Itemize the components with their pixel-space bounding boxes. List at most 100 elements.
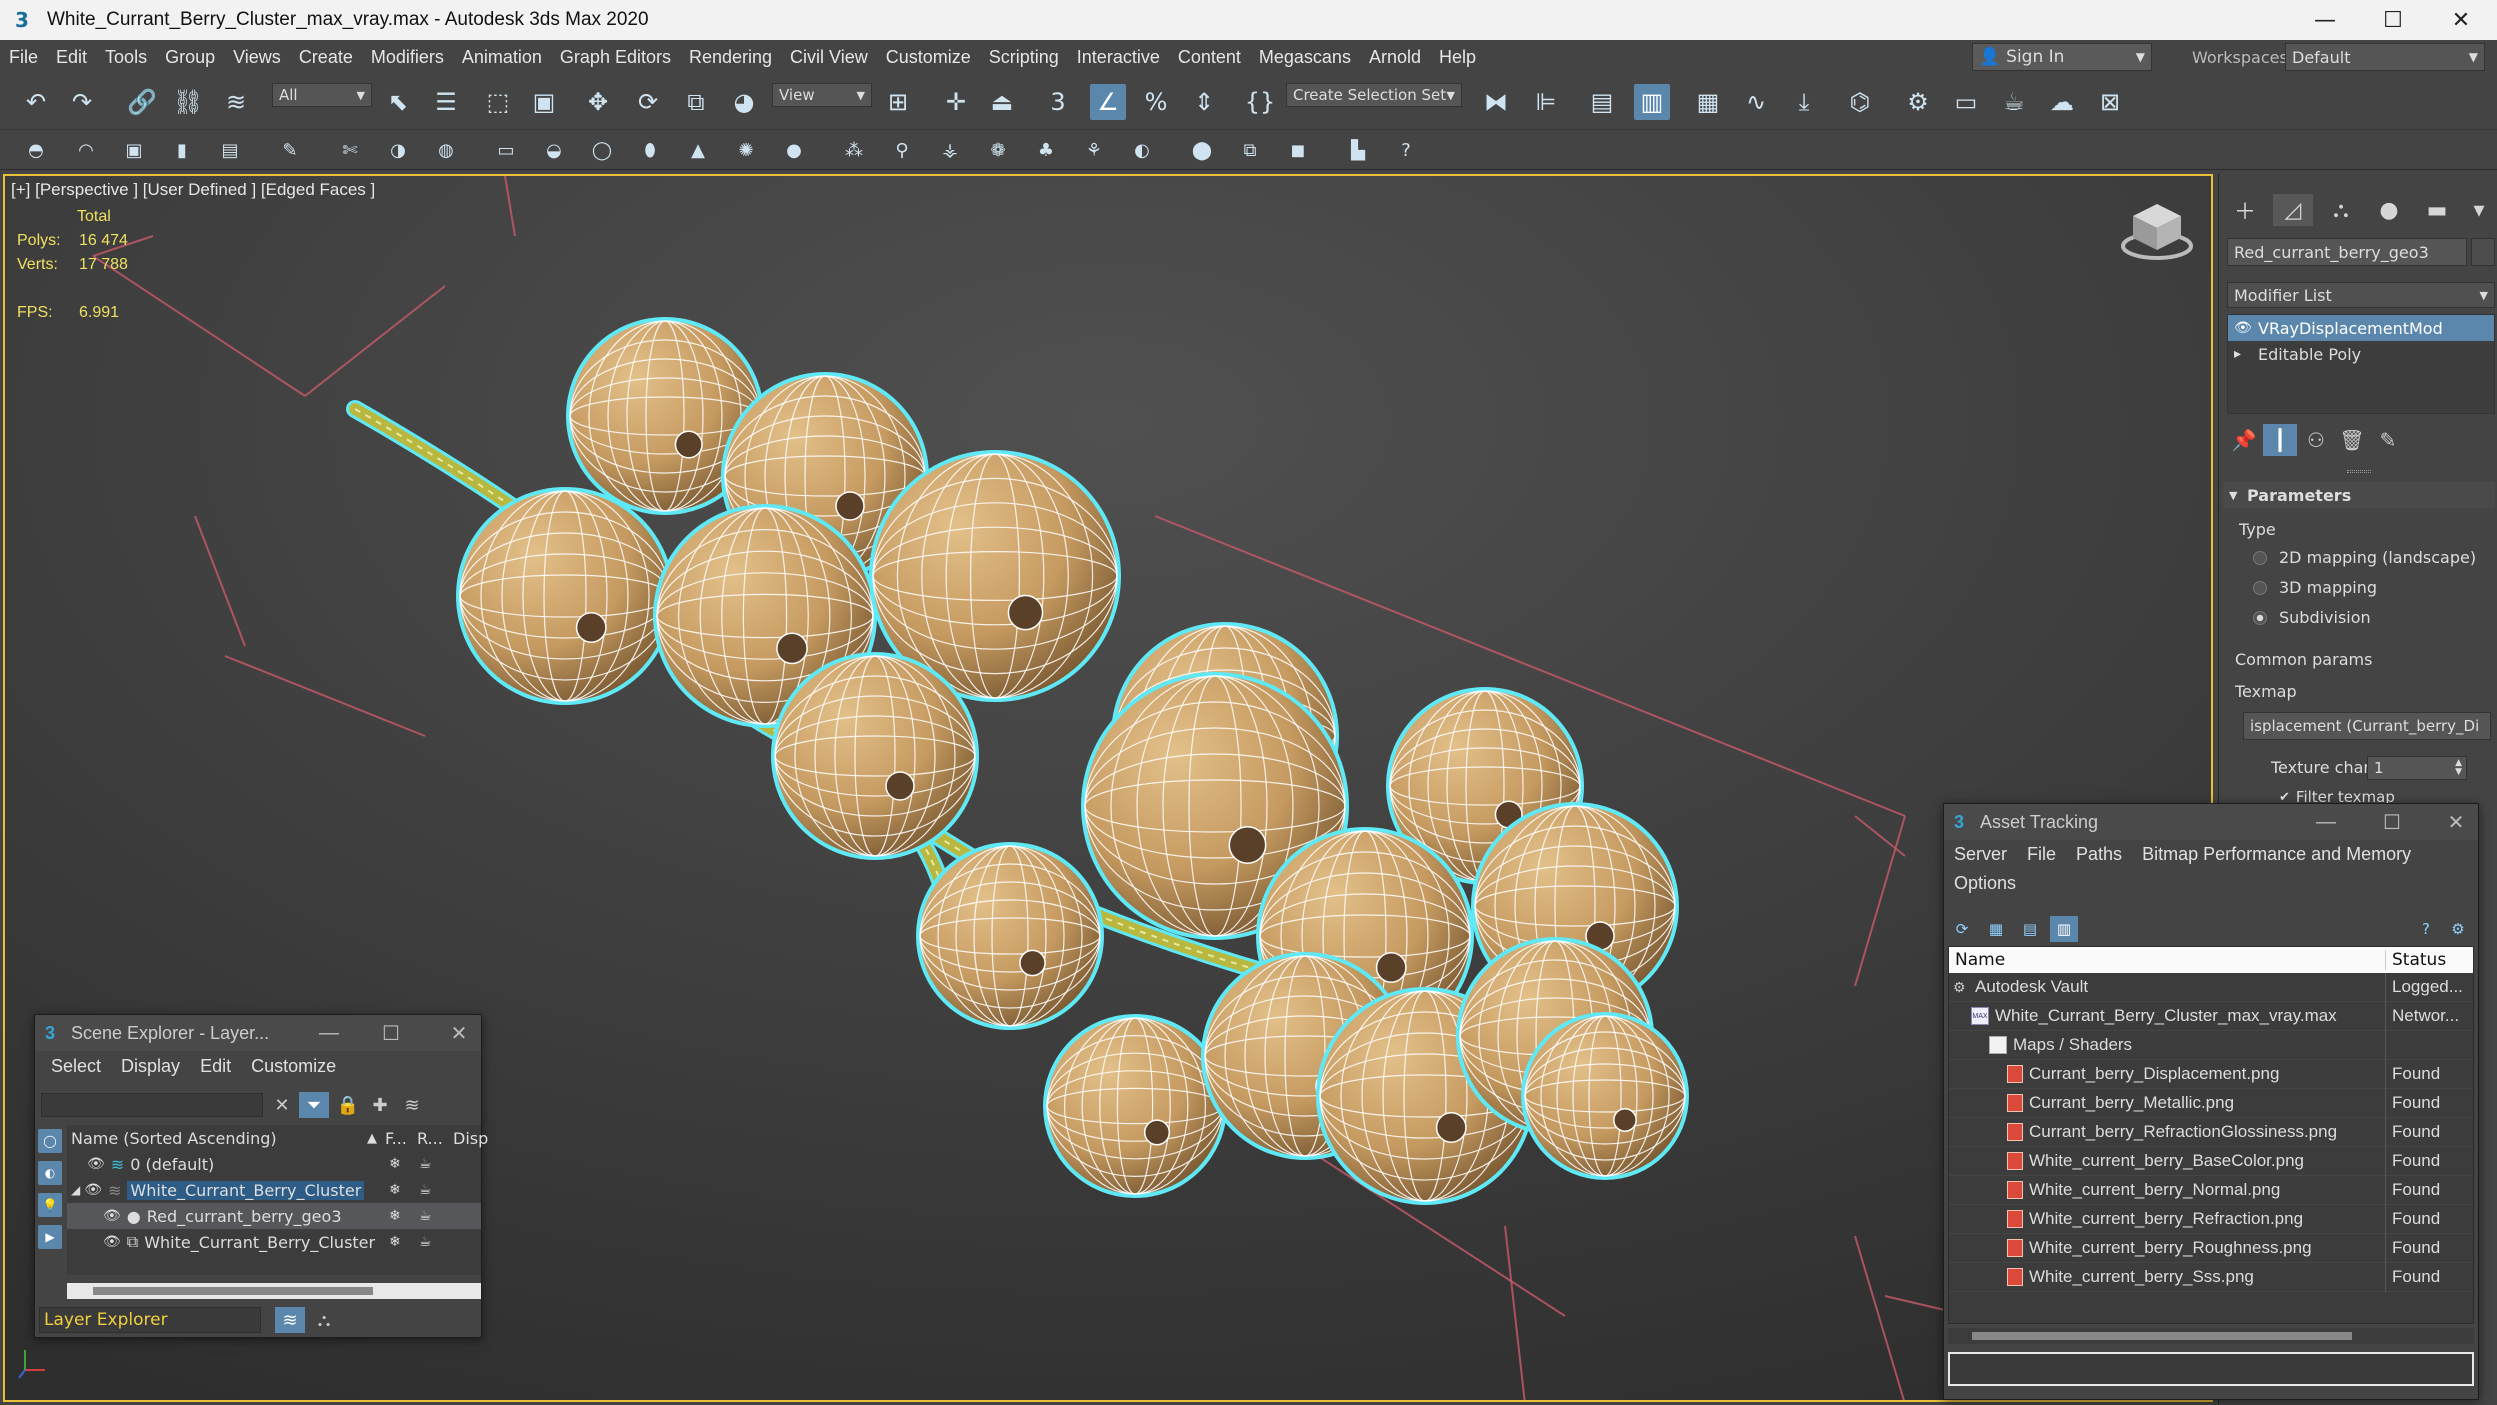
menu-group[interactable]: Group bbox=[156, 47, 224, 68]
named-selection-set-select[interactable]: Create Selection Set ▼ bbox=[1286, 83, 1462, 107]
vray-plant-icon[interactable]: ♣ bbox=[1032, 136, 1060, 164]
asset-row[interactable]: White_current_berry_Sss.png Found bbox=[1949, 1262, 2473, 1292]
spinner-arrows-icon[interactable]: ▲ ▼ bbox=[2455, 759, 2462, 777]
se-menu-customize[interactable]: Customize bbox=[241, 1056, 346, 1077]
radio-button[interactable] bbox=[2253, 580, 2267, 595]
se-menu-select[interactable]: Select bbox=[41, 1056, 111, 1077]
percent-snap-icon[interactable]: % bbox=[1138, 84, 1174, 120]
vray-decal-icon[interactable]: ◐ bbox=[1128, 136, 1156, 164]
lock-icon[interactable]: 🔒 bbox=[333, 1092, 363, 1118]
hierarchy-tab-icon[interactable]: ⛬ bbox=[2321, 194, 2361, 226]
help-icon[interactable]: ? bbox=[2412, 916, 2440, 942]
menu-interactive[interactable]: Interactive bbox=[1068, 47, 1169, 68]
place-icon[interactable]: ◕ bbox=[726, 84, 762, 120]
vray-settings-icon[interactable]: ▙ bbox=[1344, 136, 1372, 164]
pin-stack-icon[interactable]: 📌 bbox=[2227, 424, 2261, 456]
radio-button[interactable] bbox=[2253, 610, 2267, 625]
vray-fur-icon[interactable]: ⁂ bbox=[840, 136, 868, 164]
maximize-button[interactable]: ☐ bbox=[2358, 0, 2428, 40]
mirror-icon[interactable]: ⧓ bbox=[1478, 84, 1514, 120]
list-view-icon[interactable]: ▦ bbox=[1982, 916, 2010, 942]
remove-modifier-icon[interactable]: 🗑 bbox=[2335, 424, 2369, 456]
layers-icon[interactable]: ≋ bbox=[397, 1092, 427, 1118]
render-setup-icon[interactable]: ⚙ bbox=[1900, 84, 1936, 120]
column-render[interactable]: R... bbox=[417, 1129, 443, 1148]
create-geometry-icon[interactable]: ◓ bbox=[22, 136, 50, 164]
menu-arnold[interactable]: Arnold bbox=[1360, 47, 1430, 68]
selection-filter-select[interactable]: All ▼ bbox=[272, 83, 372, 107]
align-icon[interactable]: ⊫ bbox=[1528, 84, 1564, 120]
eye-icon[interactable]: 👁 bbox=[103, 1208, 121, 1224]
vray-material-icon[interactable]: ⬤ bbox=[1188, 136, 1216, 164]
menu-civil-view[interactable]: Civil View bbox=[781, 47, 877, 68]
horizontal-scrollbar[interactable] bbox=[67, 1283, 481, 1299]
teapot-icon[interactable]: ☕ bbox=[419, 1182, 432, 1198]
vray-sun-icon[interactable]: ✄ bbox=[336, 136, 364, 164]
close-button[interactable]: ✕ bbox=[2426, 0, 2496, 40]
vray-volume-icon[interactable]: ❁ bbox=[984, 136, 1012, 164]
expand-arrow-icon[interactable]: ▸ bbox=[2234, 346, 2241, 362]
teapot-icon[interactable]: ☕ bbox=[419, 1208, 432, 1224]
vray-spot-icon[interactable]: ▲ bbox=[684, 136, 712, 164]
vray-clipper-icon[interactable]: ⚶ bbox=[936, 136, 964, 164]
vray-dome-light-icon[interactable]: ◒ bbox=[540, 136, 568, 164]
create-tab-icon[interactable]: ＋ bbox=[2225, 194, 2265, 226]
at-menu-server[interactable]: Server bbox=[1944, 840, 2017, 869]
asset-row[interactable]: White_current_berry_Refraction.png Found bbox=[1949, 1204, 2473, 1234]
menu-edit[interactable]: Edit bbox=[47, 47, 96, 68]
display-geometry-icon[interactable]: ◯ bbox=[38, 1129, 62, 1153]
grid-view-icon[interactable]: ▥ bbox=[2050, 916, 2078, 942]
asset-row[interactable]: Currant_berry_Displacement.png Found bbox=[1949, 1059, 2473, 1089]
eye-icon[interactable]: 👁 bbox=[87, 1156, 105, 1172]
clear-search-icon[interactable]: ✕ bbox=[267, 1092, 297, 1118]
display-cameras-icon[interactable]: ▶ bbox=[38, 1225, 62, 1249]
at-menu-paths[interactable]: Paths bbox=[2066, 840, 2132, 869]
layers-icon[interactable]: ≋ bbox=[275, 1307, 305, 1333]
keyboard-shortcut-override-icon[interactable]: ⏏ bbox=[984, 84, 1020, 120]
select-object-icon[interactable]: ⬉ bbox=[380, 84, 416, 120]
edit-named-selection-icon[interactable]: {} bbox=[1242, 84, 1278, 120]
table-view-icon[interactable]: ▤ bbox=[2016, 916, 2044, 942]
workspace-select[interactable]: Default ▼ bbox=[2285, 43, 2485, 71]
create-camera-icon[interactable]: ▮ bbox=[168, 136, 196, 164]
asset-row[interactable]: MAX White_Currant_Berry_Cluster_max_vray.… bbox=[1949, 1001, 2473, 1031]
minimize-icon[interactable]: — bbox=[307, 1015, 351, 1051]
radio-subdivision[interactable]: Subdivision bbox=[2253, 608, 2371, 627]
layer-explorer-toggle-icon[interactable]: ▥ bbox=[1634, 84, 1670, 120]
column-freeze[interactable]: F... bbox=[385, 1129, 407, 1148]
modifier-item-editable-poly[interactable]: ▸ Editable Poly bbox=[2228, 341, 2494, 367]
scene-row-white-currant-layer[interactable]: ◢ 👁 ≋ White_Currant_Berry_Cluster ❄ ☕ bbox=[67, 1177, 481, 1203]
eye-icon[interactable]: 👁 bbox=[84, 1182, 102, 1198]
minimize-icon[interactable]: — bbox=[2304, 804, 2348, 840]
column-name[interactable]: Name bbox=[1955, 950, 2005, 970]
radio-3d-mapping[interactable]: 3D mapping bbox=[2253, 578, 2377, 597]
column-display[interactable]: Disp bbox=[453, 1129, 488, 1148]
asset-row[interactable]: ⚙ Autodesk Vault Logged... bbox=[1949, 972, 2473, 1002]
hierarchy-icon[interactable]: ⛬ bbox=[309, 1307, 339, 1333]
se-menu-display[interactable]: Display bbox=[111, 1056, 190, 1077]
vray-vfb-icon[interactable]: ⧉ bbox=[1236, 136, 1264, 164]
radio-button[interactable] bbox=[2253, 550, 2267, 565]
modifier-list-dropdown[interactable]: Modifier List ▼ bbox=[2227, 282, 2495, 308]
menu-views[interactable]: Views bbox=[224, 47, 290, 68]
freeze-icon[interactable]: ❄ bbox=[389, 1208, 401, 1224]
menu-scripting[interactable]: Scripting bbox=[980, 47, 1068, 68]
teapot-icon[interactable]: ☕ bbox=[419, 1234, 432, 1250]
vray-mesh-light-icon[interactable]: ⬮ bbox=[636, 136, 664, 164]
refresh-icon[interactable]: ⟳ bbox=[1948, 916, 1976, 942]
eye-icon[interactable]: 👁 bbox=[2234, 320, 2252, 336]
vray-sun-light-icon[interactable]: ✺ bbox=[732, 136, 760, 164]
asset-path-field[interactable] bbox=[1948, 1352, 2474, 1386]
menu-graph-editors[interactable]: Graph Editors bbox=[551, 47, 680, 68]
scrollbar-thumb[interactable] bbox=[1972, 1332, 2352, 1340]
modify-tab-icon[interactable]: ◿ bbox=[2273, 194, 2313, 226]
display-shapes-icon[interactable]: ◐ bbox=[38, 1161, 62, 1185]
vray-ambient-icon[interactable]: ● bbox=[780, 136, 808, 164]
redo-icon[interactable]: ↷ bbox=[64, 84, 100, 120]
viewport-label[interactable]: [+] [Perspective ] [User Defined ] [Edge… bbox=[11, 180, 375, 200]
freeze-icon[interactable]: ❄ bbox=[389, 1234, 401, 1250]
move-icon[interactable]: ✥ bbox=[580, 84, 616, 120]
spinner-snap-icon[interactable]: ⇕ bbox=[1186, 84, 1222, 120]
at-menu-file[interactable]: File bbox=[2017, 840, 2066, 869]
menu-modifiers[interactable]: Modifiers bbox=[362, 47, 453, 68]
